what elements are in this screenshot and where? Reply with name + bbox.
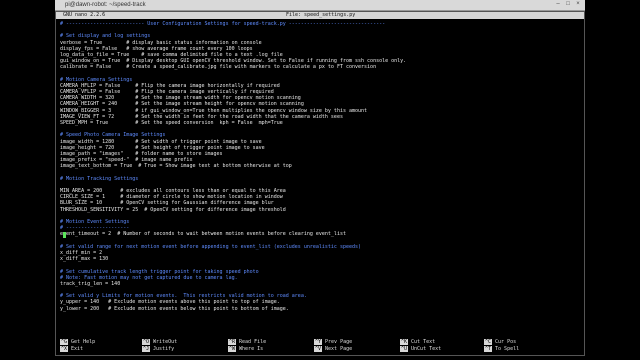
- shortcut-key: ^Y: [314, 339, 323, 345]
- shortcut-key: ^U: [400, 346, 409, 352]
- nano-filename: File: speed_settings.py: [286, 12, 356, 18]
- editor-text-area[interactable]: # -------------------------- User Config…: [60, 21, 580, 312]
- shortcut-item[interactable]: ^K Cut Text: [400, 339, 435, 346]
- shortcut-row-2: ^X Exit ^J Justify ^W Where Is ^V Next Page ^U Un…: [60, 346, 580, 353]
- shortcut-key: ^C: [484, 339, 493, 345]
- maximize-icon[interactable]: □: [564, 1, 572, 8]
- shortcut-label: UnCut Text: [411, 346, 442, 352]
- shortcut-key: ^K: [400, 339, 409, 345]
- shortcut-label: WriteOut: [153, 339, 178, 345]
- shortcut-row-1: ^G Get Help ^O WriteOut ^R Read File ^Y Prev Pa…: [60, 339, 580, 346]
- shortcut-key: ^R: [228, 339, 237, 345]
- nano-shortcut-bar: ^G Get Help ^O WriteOut ^R Read File ^Y Prev Pa…: [60, 339, 580, 353]
- minimize-icon[interactable]: –: [554, 1, 562, 8]
- shortcut-key: ^V: [314, 346, 323, 352]
- shortcut-key: ^T: [484, 346, 493, 352]
- shortcut-label: Get Help: [71, 339, 96, 345]
- shortcut-item[interactable]: ^Y Prev Page: [314, 339, 352, 346]
- window-title: pi@dawn-robot: ~/speed-track: [65, 2, 146, 8]
- shortcut-label: Next Page: [325, 346, 353, 352]
- shortcut-label: Cur Pos: [495, 339, 517, 345]
- shortcut-label: To Spell: [495, 346, 520, 352]
- shortcut-label: Exit: [71, 346, 84, 352]
- shortcut-item[interactable]: ^W Where Is: [228, 346, 263, 353]
- shortcut-label: Justify: [153, 346, 175, 352]
- window-titlebar[interactable]: pi@dawn-robot: ~/speed-track – □ ×: [55, 0, 585, 11]
- shortcut-label: Read File: [239, 339, 267, 345]
- shortcut-item[interactable]: ^V Next Page: [314, 346, 352, 353]
- shortcut-item[interactable]: ^C Cur Pos: [484, 339, 516, 346]
- text-cursor: [63, 231, 66, 238]
- shortcut-key: ^G: [60, 339, 69, 345]
- shortcut-key: ^W: [228, 346, 237, 352]
- shortcut-item[interactable]: ^R Read File: [228, 339, 266, 346]
- shortcut-item[interactable]: ^T To Spell: [484, 346, 519, 353]
- shortcut-label: Cut Text: [411, 339, 436, 345]
- shortcut-item[interactable]: ^J Justify: [142, 346, 174, 353]
- nano-version: GNU nano 2.2.6: [63, 12, 106, 18]
- shortcut-key: ^X: [60, 346, 69, 352]
- nano-header: GNU nano 2.2.6 File: speed_settings.py: [56, 12, 584, 19]
- shortcut-item[interactable]: ^U UnCut Text: [400, 346, 441, 353]
- shortcut-item[interactable]: ^O WriteOut: [142, 339, 177, 346]
- shortcut-item[interactable]: ^G Get Help: [60, 339, 95, 346]
- close-icon[interactable]: ×: [574, 1, 582, 8]
- shortcut-key: ^O: [142, 339, 151, 345]
- shortcut-label: Prev Page: [325, 339, 353, 345]
- shortcut-label: Where Is: [239, 346, 264, 352]
- editor-line[interactable]: y_lower = 200 # Exclude motion events be…: [60, 306, 580, 312]
- terminal-window[interactable]: GNU nano 2.2.6 File: speed_settings.py #…: [55, 11, 585, 356]
- shortcut-item[interactable]: ^X Exit: [60, 346, 83, 353]
- shortcut-key: ^J: [142, 346, 151, 352]
- window-controls: – □ ×: [554, 1, 582, 8]
